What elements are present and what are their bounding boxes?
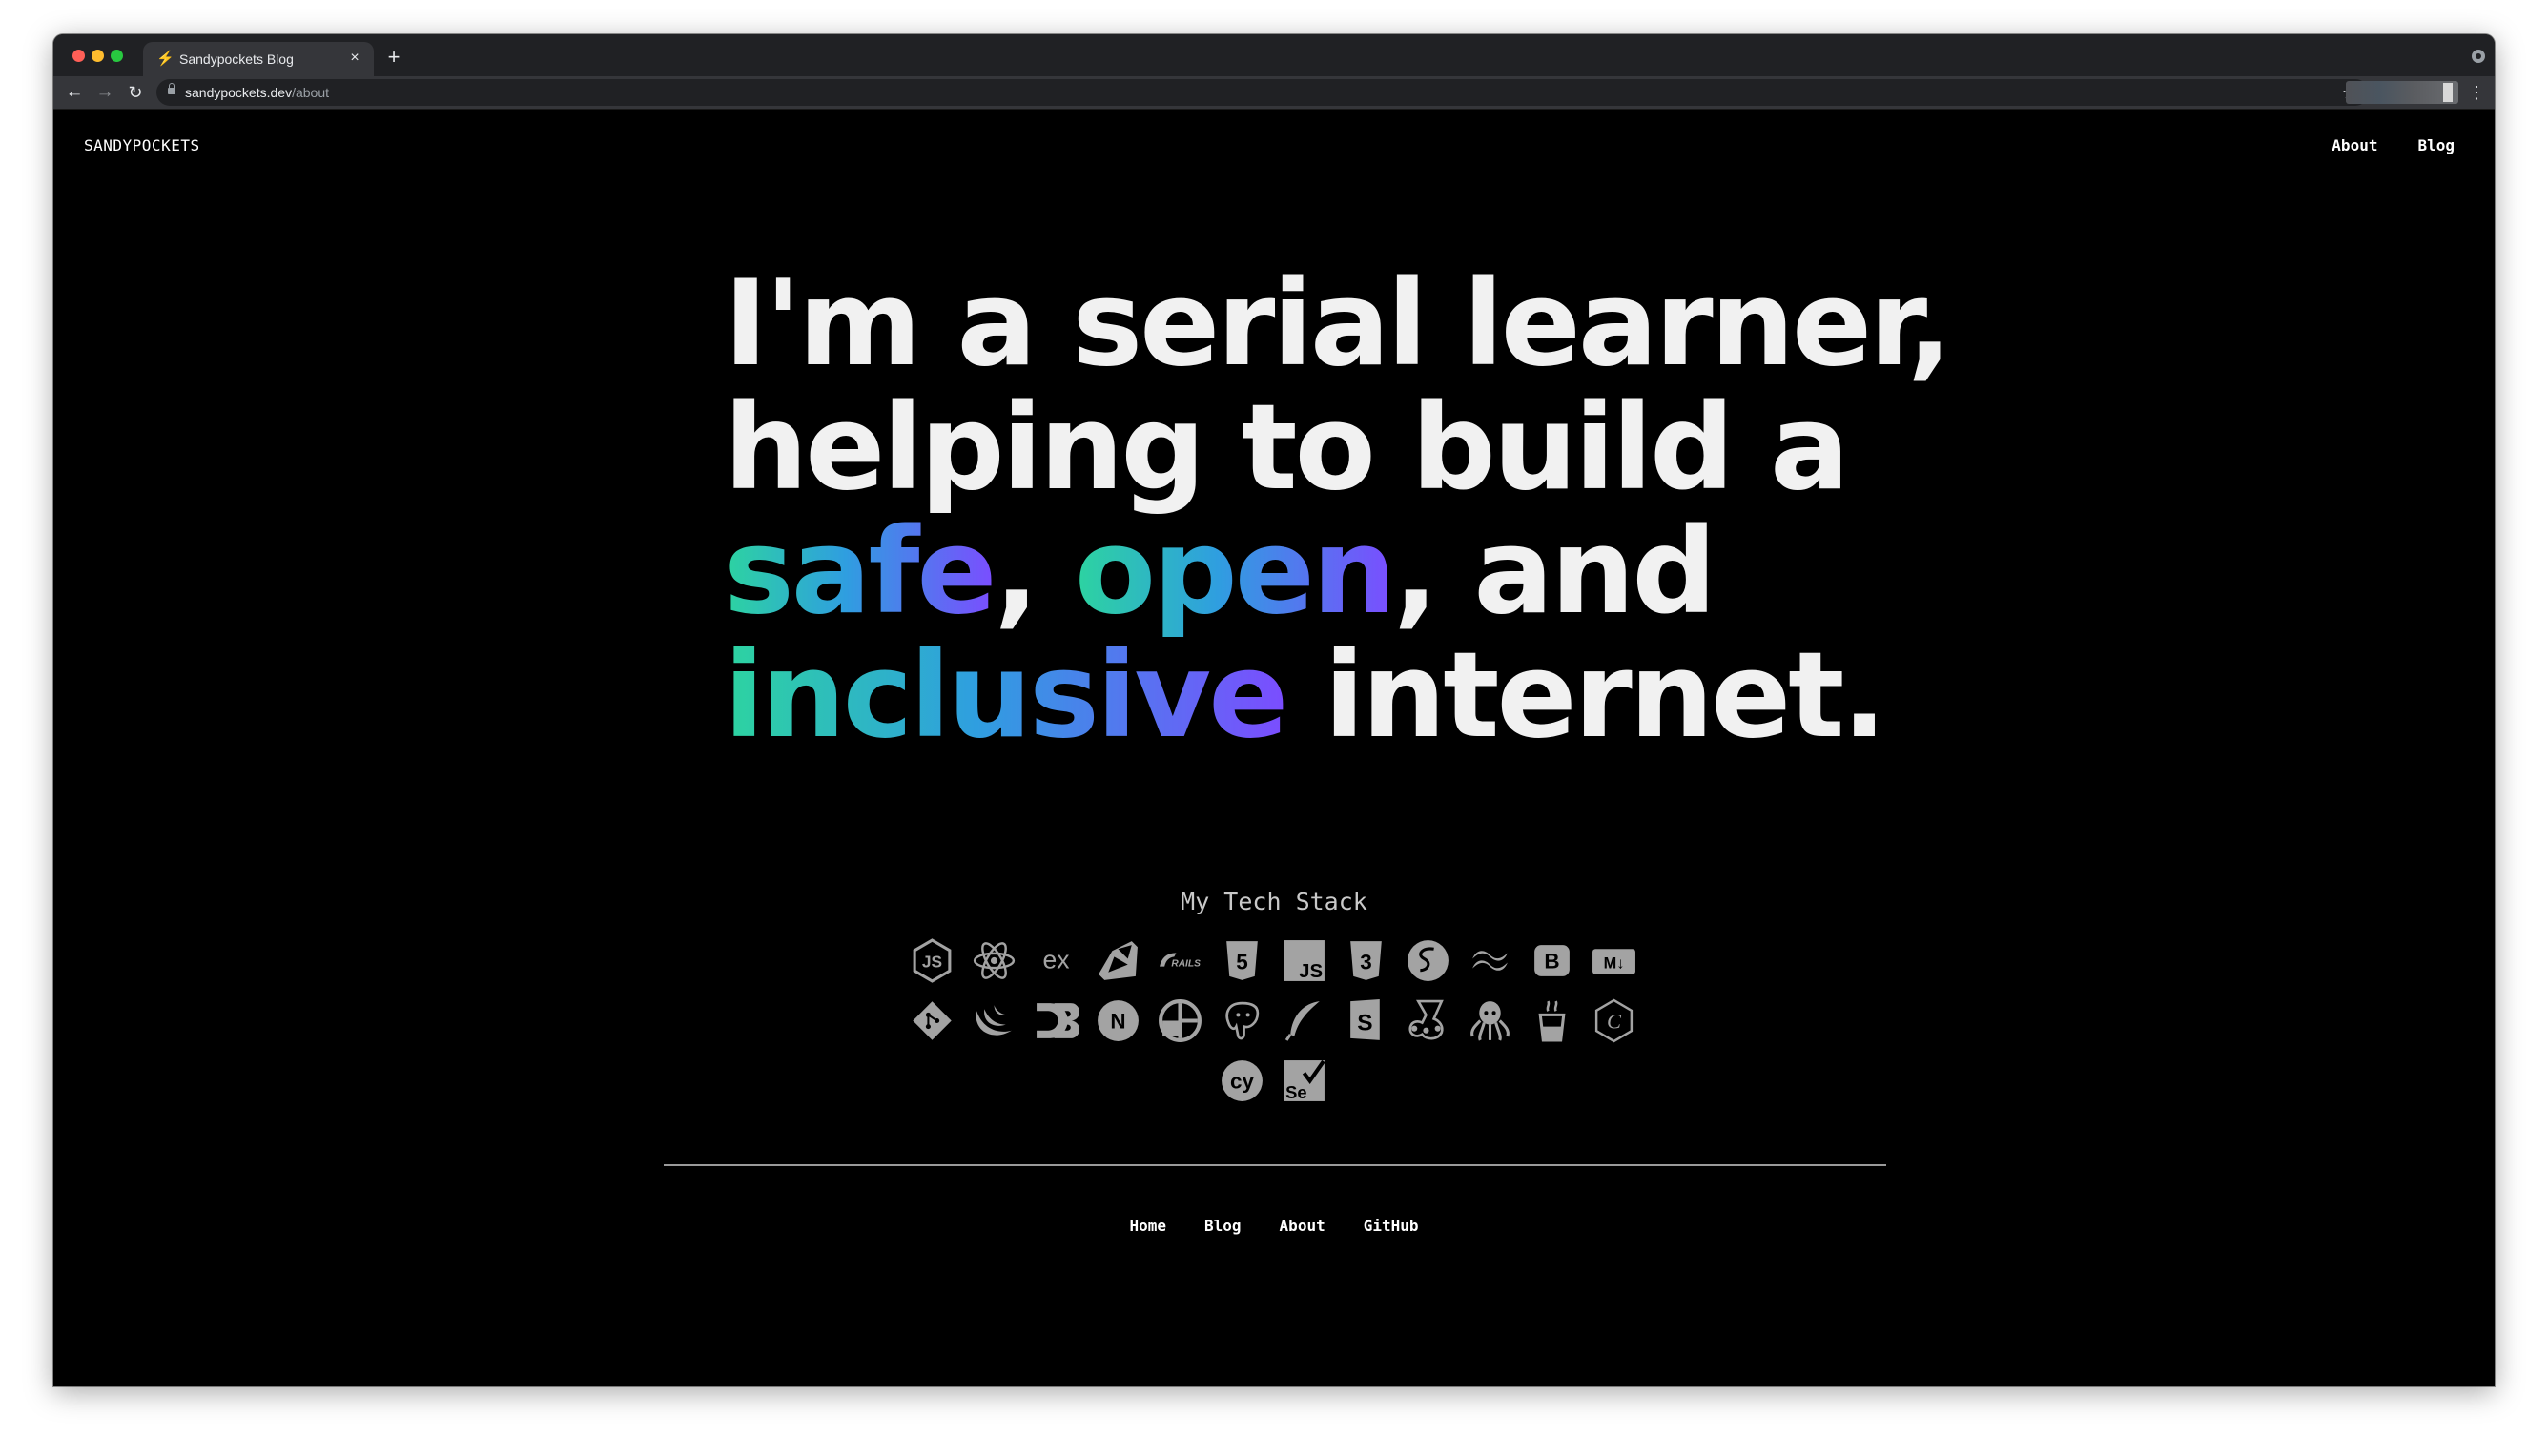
ruby-icon xyxy=(1095,937,1141,984)
hero-comma: , xyxy=(994,503,1075,641)
lock-icon[interactable] xyxy=(168,83,175,94)
postgresql-icon xyxy=(1219,997,1265,1044)
extensions-area[interactable] xyxy=(2346,81,2458,104)
nextjs-icon: N xyxy=(1095,997,1141,1044)
react-icon xyxy=(971,937,1017,984)
hero-line-2: helping to build a xyxy=(724,379,1850,517)
new-tab-button[interactable]: + xyxy=(383,47,404,69)
back-arrow-icon[interactable]: ← xyxy=(63,81,86,104)
footer-blog-link[interactable]: Blog xyxy=(1204,1217,1242,1235)
minimize-window-button[interactable] xyxy=(92,50,104,62)
js-glyph: JS xyxy=(1299,961,1323,982)
profile-icon[interactable] xyxy=(2472,50,2485,63)
tab-close-icon[interactable]: × xyxy=(345,49,364,68)
footer-about-link[interactable]: About xyxy=(1280,1217,1325,1235)
markdown-icon: M↓ xyxy=(1591,937,1637,984)
nextjs-glyph: N xyxy=(1110,1010,1125,1034)
footer-divider xyxy=(664,1164,1886,1166)
storybook-icon: S xyxy=(1343,997,1389,1044)
hero-word-open: open xyxy=(1074,503,1396,641)
d3-icon xyxy=(1033,997,1079,1044)
browser-toolbar: ← → ↻ sandypockets.dev/about ☆ ⋮ xyxy=(53,76,2495,110)
tab-sandypockets-blog[interactable]: ⚡ Sandypockets Blog × xyxy=(143,42,374,76)
css3-icon: 3 xyxy=(1343,937,1389,984)
tab-strip: ⚡ Sandypockets Blog × + xyxy=(53,34,2495,76)
bootstrap-glyph: B xyxy=(1544,950,1559,974)
storybook-glyph: S xyxy=(1357,1011,1372,1036)
tab-title: Sandypockets Blog xyxy=(179,51,294,67)
sass-icon xyxy=(1405,937,1451,984)
footer-nav: Home Blog About GitHub xyxy=(53,1217,2495,1235)
cypress-icon: cy xyxy=(1219,1057,1265,1104)
footer-home-link[interactable]: Home xyxy=(1129,1217,1166,1235)
page-content: SANDYPOCKETS About Blog I'm a serial lea… xyxy=(53,110,2495,1386)
lightning-favicon-icon: ⚡ xyxy=(156,51,175,67)
jquery-icon xyxy=(971,997,1017,1044)
nodejs-icon: JS xyxy=(909,937,956,984)
hero-internet: internet. xyxy=(1285,627,1886,765)
tech-stack-title: My Tech Stack xyxy=(1181,888,1367,915)
markdown-glyph: M↓ xyxy=(1604,955,1625,973)
nodejs-glyph: JS xyxy=(922,953,942,972)
selenium-glyph: Se xyxy=(1285,1082,1306,1102)
rails-glyph: RAILS xyxy=(1171,959,1201,970)
express-glyph: ex xyxy=(1042,946,1069,974)
cypress-glyph: cy xyxy=(1230,1070,1254,1094)
nav-about-link[interactable]: About xyxy=(2332,136,2377,154)
close-window-button[interactable] xyxy=(72,50,85,62)
tailwind-icon xyxy=(1467,937,1513,984)
hero-word-inclusive: inclusive xyxy=(724,627,1288,765)
codeigniter-icon: C xyxy=(1591,997,1637,1044)
hero-heading: I'm a serial learner, helping to build a… xyxy=(724,262,1963,758)
site-logo[interactable]: SANDYPOCKETS xyxy=(84,136,200,154)
css3-glyph: 3 xyxy=(1360,951,1371,974)
url-path: /about xyxy=(292,85,330,100)
hero-line-3: safe, open, and xyxy=(724,510,1963,634)
hero-line-1: I'm a serial learner, xyxy=(724,256,1952,393)
rails-icon: RAILS xyxy=(1157,937,1203,984)
express-icon: ex xyxy=(1033,937,1079,984)
coffee-icon xyxy=(1529,997,1575,1044)
bootstrap-icon: B xyxy=(1529,937,1575,984)
hero-word-safe: safe xyxy=(724,503,997,641)
hero-line-4: inclusive internet. xyxy=(724,634,1963,758)
url-text[interactable]: sandypockets.dev/about xyxy=(185,85,329,100)
selenium-icon: Se xyxy=(1281,1057,1327,1104)
jest-icon xyxy=(1405,997,1451,1044)
url-host: sandypockets.dev xyxy=(185,85,293,100)
tech-stack-grid: JS ex RAILS 5 JS 3 B M↓ N S C cy Se xyxy=(905,937,1641,1104)
browser-window: ⚡ Sandypockets Blog × + ← → ↻ sandypocke… xyxy=(53,34,2495,1386)
reload-icon[interactable]: ↻ xyxy=(124,81,147,104)
address-bar[interactable]: sandypockets.dev/about ☆ xyxy=(156,79,2369,106)
git-icon xyxy=(909,997,956,1044)
html5-glyph: 5 xyxy=(1236,951,1247,974)
feather-icon xyxy=(1281,997,1327,1044)
hero-and: , and xyxy=(1393,503,1716,641)
forward-arrow-icon[interactable]: → xyxy=(93,81,116,104)
codeigniter-glyph: C xyxy=(1607,1010,1622,1034)
metabase-icon xyxy=(1157,997,1203,1044)
nav-blog-link[interactable]: Blog xyxy=(2417,136,2455,154)
top-nav: About Blog xyxy=(2332,136,2455,154)
html5-icon: 5 xyxy=(1219,937,1265,984)
browser-menu-icon[interactable]: ⋮ xyxy=(2468,81,2485,104)
octopus-icon xyxy=(1467,997,1513,1044)
footer-github-link[interactable]: GitHub xyxy=(1364,1217,1419,1235)
maximize-window-button[interactable] xyxy=(111,50,123,62)
javascript-icon: JS xyxy=(1281,937,1327,984)
